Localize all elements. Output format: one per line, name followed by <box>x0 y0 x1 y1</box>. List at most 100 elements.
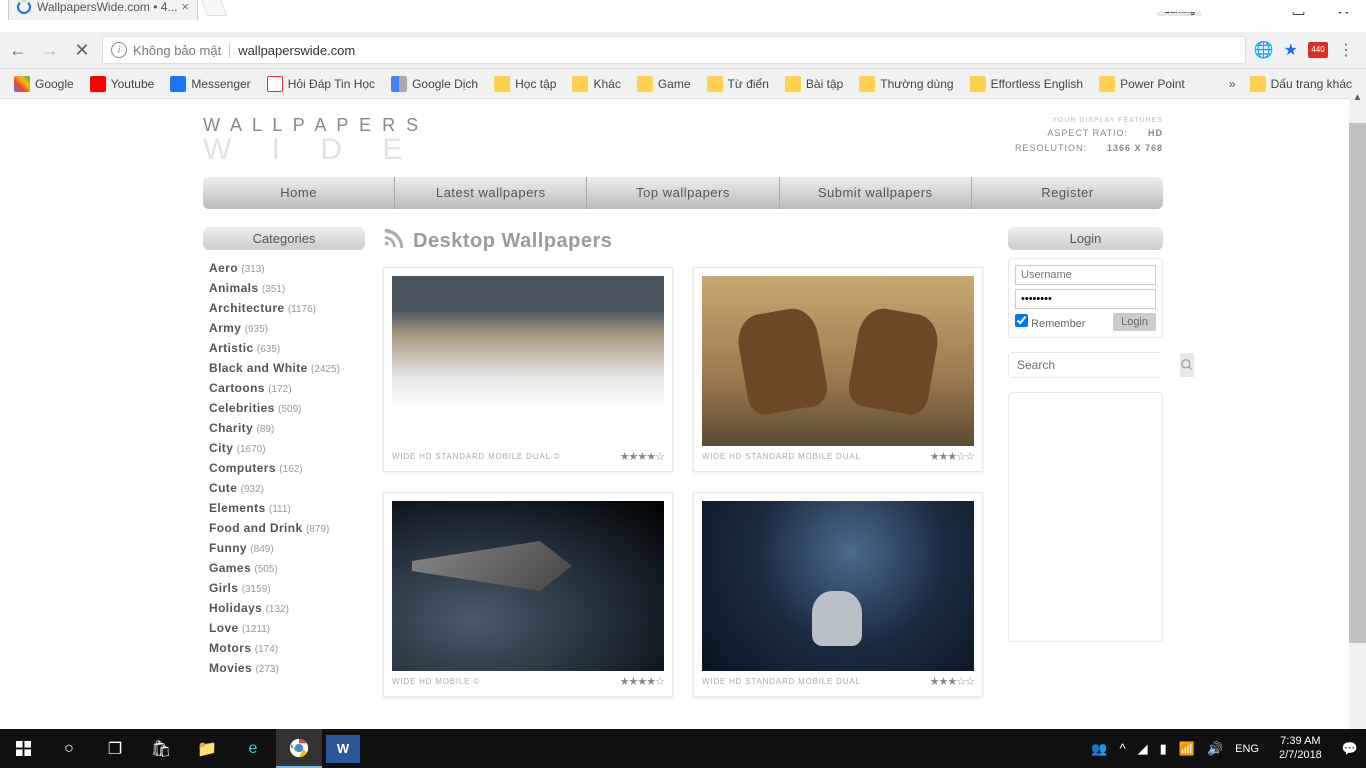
bookmark-item[interactable]: Google <box>8 74 80 94</box>
bookmark-favicon <box>707 76 723 92</box>
category-item[interactable]: Computers (162) <box>203 458 365 478</box>
wallpaper-thumbnail <box>702 276 974 446</box>
category-item[interactable]: Games (505) <box>203 558 365 578</box>
logo-line2: W I D E <box>203 136 421 163</box>
start-button[interactable] <box>0 729 46 768</box>
bookmark-item[interactable]: Messenger <box>164 74 256 94</box>
address-bar: ← → ✕ i Không bảo mật wallpaperswide.com… <box>0 32 1366 69</box>
scrollbar-thumb[interactable] <box>1349 123 1366 643</box>
login-button[interactable]: Login <box>1113 313 1156 331</box>
bookmark-item[interactable]: Power Point <box>1093 74 1191 94</box>
category-item[interactable]: Celebrities (509) <box>203 398 365 418</box>
people-icon[interactable]: 👥 <box>1091 741 1107 757</box>
remember-checkbox[interactable]: Remember <box>1015 314 1085 330</box>
category-item[interactable]: Elements (111) <box>203 498 365 518</box>
bookmark-item[interactable]: Bài tập <box>779 74 849 94</box>
bookmark-item[interactable]: Hỏi Đáp Tin Học <box>261 74 381 94</box>
bookmark-item[interactable]: Khác <box>566 74 626 94</box>
bookmark-favicon <box>170 76 186 92</box>
bookmark-item[interactable]: Từ điển <box>701 74 775 94</box>
bookmark-favicon <box>970 76 986 92</box>
category-item[interactable]: Girls (3159) <box>203 578 365 598</box>
network-icon[interactable]: ◢ <box>1138 741 1148 757</box>
bookmark-favicon <box>14 76 30 92</box>
username-input[interactable] <box>1015 265 1156 285</box>
bookmark-item[interactable]: Effortless English <box>964 74 1090 94</box>
category-item[interactable]: Holidays (132) <box>203 598 365 618</box>
bookmark-item[interactable]: Game <box>631 74 697 94</box>
nav-link[interactable]: Latest wallpapers <box>395 177 587 209</box>
store-icon[interactable]: 🛍 <box>138 729 184 768</box>
category-item[interactable]: Cartoons (172) <box>203 378 365 398</box>
language-indicator[interactable]: ENG <box>1235 743 1259 755</box>
categories-header: Categories <box>203 227 365 250</box>
wallpaper-card[interactable]: WIDE HD STANDARD MOBILE DUAL★★★☆☆ <box>693 267 983 472</box>
other-bookmarks[interactable]: Dấu trang khác <box>1244 74 1358 94</box>
category-item[interactable]: City (1670) <box>203 438 365 458</box>
category-item[interactable]: Motors (174) <box>203 638 365 658</box>
bookmark-item[interactable]: Google Dịch <box>385 74 484 94</box>
category-item[interactable]: Food and Drink (879) <box>203 518 365 538</box>
task-view-icon[interactable]: ❐ <box>92 729 138 768</box>
category-item[interactable]: Aero (313) <box>203 258 365 278</box>
vertical-scrollbar[interactable]: ▲ <box>1349 89 1366 729</box>
bookmarks-bar: GoogleYoutubeMessengerHỏi Đáp Tin HọcGoo… <box>0 69 1366 99</box>
category-item[interactable]: Cute (932) <box>203 478 365 498</box>
nav-link[interactable]: Top wallpapers <box>587 177 779 209</box>
rss-icon[interactable] <box>383 227 405 255</box>
url-input[interactable]: i Không bảo mật wallpaperswide.com <box>102 36 1246 64</box>
explorer-icon[interactable]: 📁 <box>184 729 230 768</box>
categories-list: Aero (313)Animals (351)Architecture (117… <box>203 258 365 678</box>
bookmark-item[interactable]: Học tập <box>488 74 562 94</box>
bookmark-item[interactable]: Thường dùng <box>853 74 959 94</box>
notifications-icon[interactable]: 💬 <box>1342 741 1366 757</box>
search-icon[interactable] <box>1180 353 1194 377</box>
category-item[interactable]: Artistic (635) <box>203 338 365 358</box>
nav-link[interactable]: Submit wallpapers <box>780 177 972 209</box>
chrome-icon[interactable] <box>276 729 322 768</box>
system-clock[interactable]: 7:39 AM 2/7/2018 <box>1271 735 1330 761</box>
battery-icon[interactable]: ▮ <box>1160 741 1167 757</box>
bookmarks-overflow[interactable]: » <box>1229 77 1236 91</box>
main-nav: HomeLatest wallpapersTop wallpapersSubmi… <box>203 177 1163 209</box>
edge-icon[interactable]: e <box>230 729 276 768</box>
wallpaper-card[interactable]: WIDE HD STANDARD MOBILE DUAL ©★★★★☆ <box>383 267 673 472</box>
cortana-icon[interactable]: ○ <box>46 729 92 768</box>
category-item[interactable]: Architecture (1176) <box>203 298 365 318</box>
menu-icon[interactable]: ⋮ <box>1338 40 1354 60</box>
wifi-icon[interactable]: 📶 <box>1179 741 1195 757</box>
category-item[interactable]: Black and White (2425) <box>203 358 365 378</box>
word-icon[interactable]: W <box>326 735 360 763</box>
category-item[interactable]: Army (935) <box>203 318 365 338</box>
info-icon[interactable]: i <box>111 42 127 58</box>
category-item[interactable]: Animals (351) <box>203 278 365 298</box>
back-button[interactable]: ← <box>6 38 30 62</box>
tab-title: WallpapersWide.com • 4... <box>37 0 177 14</box>
category-item[interactable]: Movies (273) <box>203 658 365 678</box>
volume-icon[interactable]: 🔊 <box>1207 741 1223 757</box>
nav-link[interactable]: Register <box>972 177 1163 209</box>
wallpaper-card[interactable]: WIDE HD STANDARD MOBILE DUAL★★★☆☆ <box>693 492 983 697</box>
bookmark-favicon <box>90 76 106 92</box>
search-input[interactable] <box>1009 353 1180 377</box>
category-item[interactable]: Funny (849) <box>203 538 365 558</box>
bookmark-item[interactable]: Youtube <box>84 74 161 94</box>
category-item[interactable]: Charity (89) <box>203 418 365 438</box>
category-item[interactable]: Love (1211) <box>203 618 365 638</box>
forward-button[interactable]: → <box>38 38 62 62</box>
tray-chevron-icon[interactable]: ^ <box>1120 741 1126 756</box>
tab-close-icon[interactable]: × <box>181 0 189 14</box>
site-header: W A L L P A P E R S W I D E YOUR DISPLAY… <box>203 109 1163 169</box>
wallpaper-card[interactable]: WIDE HD MOBILE ©★★★★☆ <box>383 492 673 697</box>
wallpaper-thumbnail <box>392 276 664 446</box>
bookmark-favicon <box>391 76 407 92</box>
bookmark-star-icon[interactable]: ★ <box>1284 40 1298 60</box>
extension-440-icon[interactable]: 440 <box>1308 42 1328 58</box>
password-input[interactable] <box>1015 289 1156 309</box>
bookmark-favicon <box>785 76 801 92</box>
stop-button[interactable]: ✕ <box>70 38 94 62</box>
nav-link[interactable]: Home <box>203 177 395 209</box>
loading-icon <box>17 0 31 14</box>
translate-icon[interactable]: 🌐 <box>1254 40 1274 60</box>
browser-tab[interactable]: WallpapersWide.com • 4... × <box>8 0 198 20</box>
